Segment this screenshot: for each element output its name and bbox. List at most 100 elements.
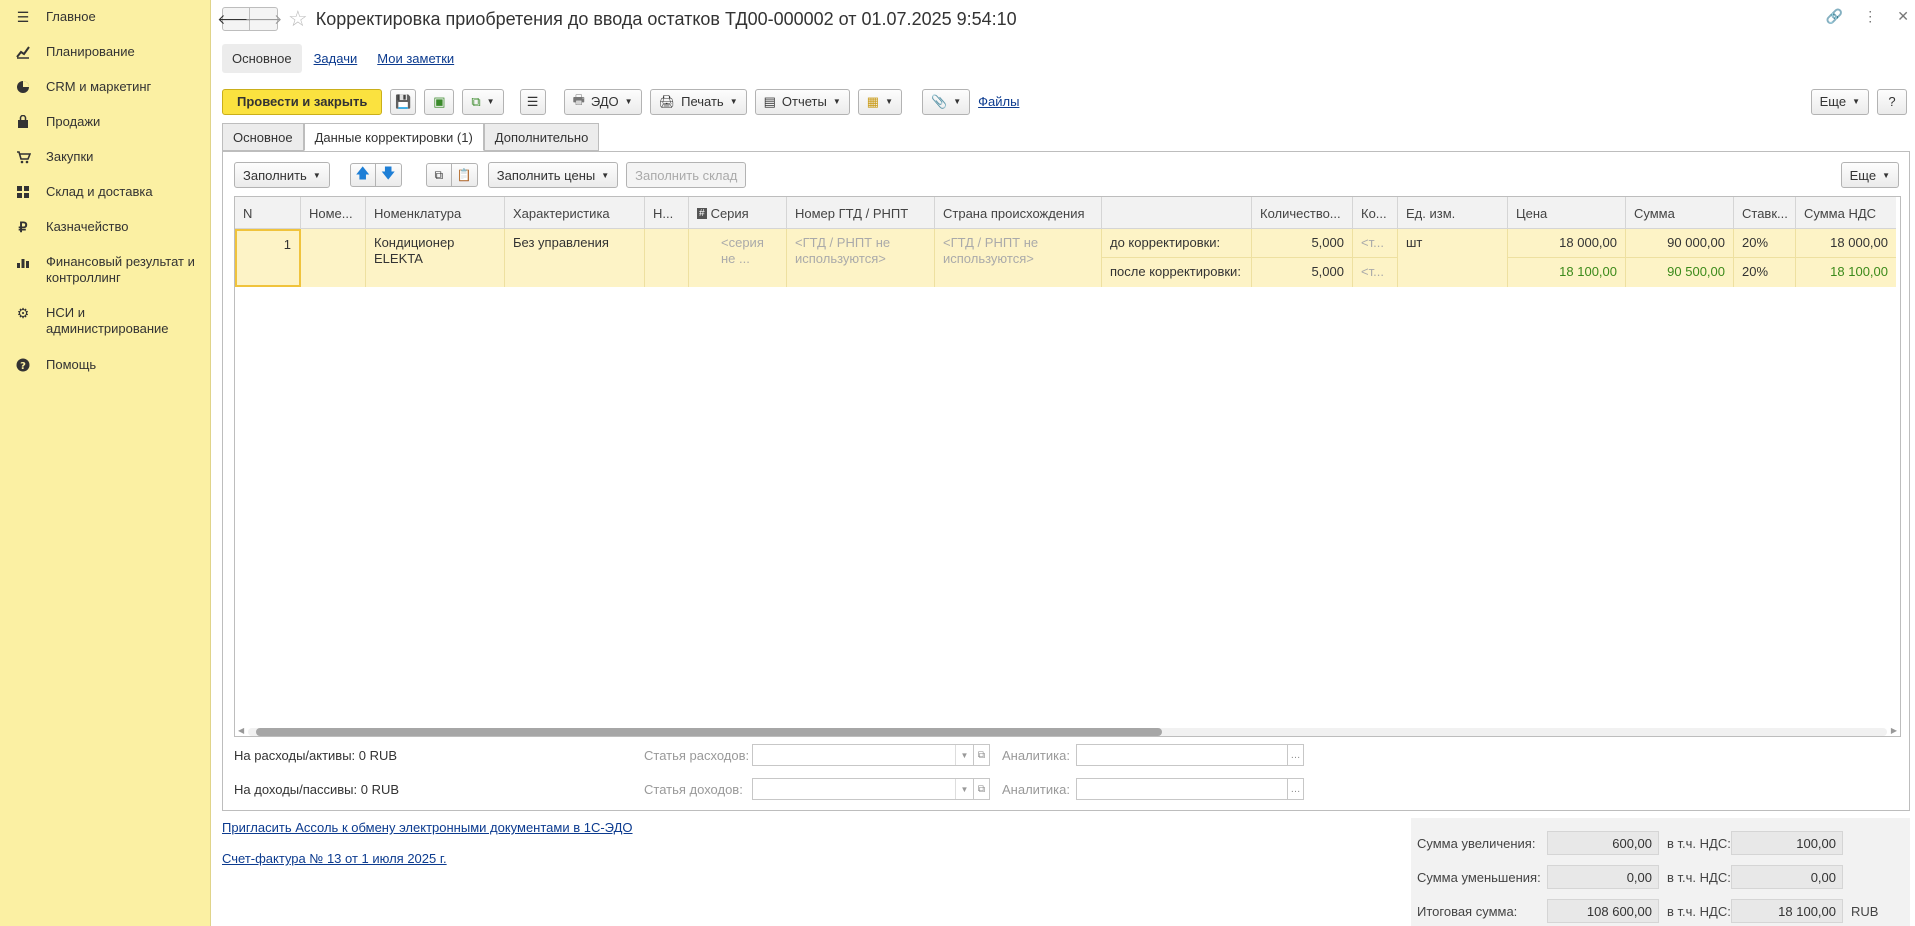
cell-vat-rate[interactable]: 20% 20% <box>1734 229 1796 287</box>
invoice-link[interactable]: Счет-фактура № 13 от 1 июля 2025 г. <box>222 851 633 866</box>
col-unit[interactable]: Ед. изм. <box>1398 197 1508 229</box>
col-ko[interactable]: Ко... <box>1353 197 1398 229</box>
tab-main[interactable]: Основное <box>222 123 304 151</box>
close-icon[interactable]: ✕ <box>1897 8 1909 25</box>
cell-number[interactable] <box>301 229 366 287</box>
create-based-on-button[interactable]: ⧉ ▼ <box>462 88 504 115</box>
sidebar-item-purchases[interactable]: Закупки <box>0 149 101 165</box>
copy-button[interactable]: ⧉ <box>425 163 452 187</box>
open-income-button[interactable]: ⧉ <box>974 778 990 800</box>
col-n[interactable]: N <box>235 197 301 229</box>
tab-additional[interactable]: Дополнительно <box>483 123 600 151</box>
chevron-down-icon[interactable]: ▼ <box>955 745 973 765</box>
post-and-close-button[interactable]: Провести и закрыть <box>222 88 383 115</box>
save-button[interactable]: 💾 <box>390 88 417 115</box>
sidebar-item-planning[interactable]: Планирование <box>0 44 143 60</box>
horizontal-scrollbar[interactable]: ◀ ▶ <box>234 725 1901 737</box>
rate-after[interactable]: 20% <box>1734 258 1795 287</box>
cell-series[interactable]: <серия не ... <box>689 229 787 287</box>
files-link[interactable]: Файлы <box>978 94 1019 109</box>
move-up-button[interactable]: 🡅 <box>349 163 376 187</box>
fill-warehouse-button[interactable]: Заполнить склад <box>626 162 747 188</box>
income-analytics-input[interactable] <box>1075 778 1288 800</box>
col-quantity[interactable]: Количество... <box>1252 197 1353 229</box>
table-row[interactable]: 1 Кондиционер ELEKTA Без управления <сер… <box>235 229 1896 287</box>
more-vert-icon[interactable]: ⋮ <box>1863 8 1877 25</box>
section-tasks[interactable]: Задачи <box>314 51 358 66</box>
scroll-left-icon[interactable]: ◀ <box>238 726 244 735</box>
col-vat-sum[interactable]: Сумма НДС <box>1796 197 1896 229</box>
cell-ko[interactable]: <т... <т... <box>1353 229 1398 287</box>
col-characteristic[interactable]: Характеристика <box>505 197 645 229</box>
col-number[interactable]: Номе... <box>301 197 366 229</box>
col-vat-rate[interactable]: Ставк... <box>1734 197 1796 229</box>
more-button[interactable]: Еще ▼ <box>1810 88 1869 115</box>
sidebar-item-sales[interactable]: Продажи <box>0 114 108 130</box>
ko-after[interactable]: <т... <box>1353 258 1397 287</box>
col-correction-label[interactable] <box>1102 197 1252 229</box>
cell-n2[interactable] <box>645 229 689 287</box>
help-button[interactable]: ? <box>1877 88 1907 115</box>
price-after[interactable]: 18 100,00 <box>1508 258 1625 287</box>
cell-item[interactable]: Кондиционер ELEKTA <box>366 229 505 287</box>
ko-before[interactable]: <т... <box>1353 229 1397 258</box>
col-country[interactable]: Страна происхождения <box>935 197 1102 229</box>
cell-vat-sum[interactable]: 18 000,00 18 100,00 <box>1796 229 1896 287</box>
scroll-right-icon[interactable]: ▶ <box>1891 726 1897 735</box>
sum-before[interactable]: 90 000,00 <box>1626 229 1733 258</box>
col-item[interactable]: Номенклатура <box>366 197 505 229</box>
sidebar-item-main[interactable]: ☰ Главное <box>0 9 104 25</box>
sidebar-item-nsi[interactable]: ⚙ НСИ и администрирование <box>0 305 210 337</box>
col-sum[interactable]: Сумма <box>1626 197 1734 229</box>
sidebar-item-crm[interactable]: CRM и маркетинг <box>0 79 159 95</box>
select-expense-analytics-button[interactable]: … <box>1287 744 1304 766</box>
qty-before[interactable]: 5,000 <box>1252 229 1352 258</box>
cell-gtd[interactable]: <ГТД / РНПТ не используются> <box>787 229 935 287</box>
col-gtd[interactable]: Номер ГТД / РНПТ <box>787 197 935 229</box>
sum-after[interactable]: 90 500,00 <box>1626 258 1733 287</box>
cell-n[interactable]: 1 <box>235 229 301 287</box>
favorite-star-icon[interactable]: ☆ <box>288 6 308 32</box>
col-n2[interactable]: Н... <box>645 197 689 229</box>
related-docs-button[interactable]: ▦ ▼ <box>857 88 902 115</box>
table-more-button[interactable]: Еще ▼ <box>1840 162 1899 188</box>
chevron-down-icon[interactable]: ▼ <box>955 779 973 799</box>
section-main[interactable]: Основное <box>222 43 302 73</box>
cell-sum[interactable]: 90 000,00 90 500,00 <box>1626 229 1734 287</box>
expense-analytics-input[interactable] <box>1075 744 1288 766</box>
invite-edo-link[interactable]: Пригласить Ассоль к обмену электронными … <box>222 820 633 835</box>
reports-button[interactable]: ▤ Отчеты ▼ <box>754 88 850 115</box>
structure-button[interactable]: ☰ <box>519 88 546 115</box>
fill-prices-button[interactable]: Заполнить цены ▼ <box>487 162 619 188</box>
post-button[interactable]: ▣ <box>424 88 455 115</box>
cell-country[interactable]: <ГТД / РНПТ не используются> <box>935 229 1102 287</box>
cell-price[interactable]: 18 000,00 18 100,00 <box>1508 229 1626 287</box>
cell-unit[interactable]: шт <box>1398 229 1508 287</box>
cell-quantity[interactable]: 5,000 5,000 <box>1252 229 1353 287</box>
scroll-thumb[interactable] <box>256 728 1162 736</box>
income-item-input[interactable]: ▼ <box>752 778 974 800</box>
move-down-button[interactable]: 🡇 <box>375 163 402 187</box>
section-notes[interactable]: Мои заметки <box>377 51 454 66</box>
qty-after[interactable]: 5,000 <box>1252 258 1352 287</box>
expense-item-input[interactable]: ▼ <box>752 744 974 766</box>
paste-button[interactable]: 📋 <box>451 163 478 187</box>
vat-after[interactable]: 18 100,00 <box>1796 258 1896 287</box>
tab-correction-data[interactable]: Данные корректировки (1) <box>303 123 484 151</box>
forward-button[interactable]: 🡒 <box>245 7 282 31</box>
rate-before[interactable]: 20% <box>1734 229 1795 258</box>
attach-button[interactable]: 📎 ▼ <box>922 88 971 115</box>
sidebar-item-warehouse[interactable]: Склад и доставка <box>0 184 161 200</box>
print-button[interactable]: 🖨 Печать ▼ <box>649 88 747 115</box>
vat-before[interactable]: 18 000,00 <box>1796 229 1896 258</box>
select-income-analytics-button[interactable]: … <box>1287 778 1304 800</box>
col-price[interactable]: Цена <box>1508 197 1626 229</box>
sidebar-item-help[interactable]: ? Помощь <box>0 357 104 373</box>
sidebar-item-finresult[interactable]: Финансовый результат и контроллинг <box>0 254 210 286</box>
fill-button[interactable]: Заполнить ▼ <box>234 162 330 188</box>
open-expense-button[interactable]: ⧉ <box>974 744 990 766</box>
col-series[interactable]: # Серия <box>689 197 787 229</box>
edo-button[interactable]: 🖶 ЭДО ▼ <box>563 88 642 115</box>
sidebar-item-treasury[interactable]: ₽ Казначейство <box>0 219 136 235</box>
cell-characteristic[interactable]: Без управления <box>505 229 645 287</box>
